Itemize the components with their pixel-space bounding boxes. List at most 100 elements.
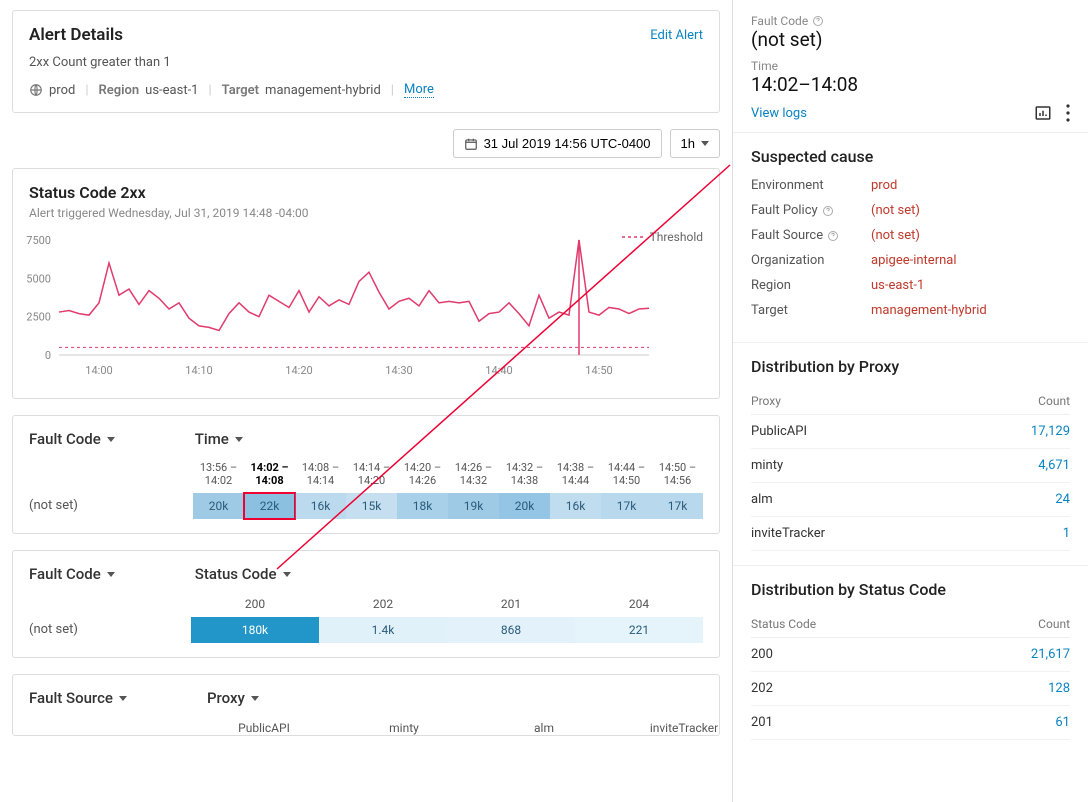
heat-status-cells: 200180k2021.4k201868204221 <box>191 597 703 643</box>
suspected-cause-row: Targetmanagement-hybrid <box>751 303 1070 318</box>
heat-status-cell[interactable]: 201868 <box>447 597 575 643</box>
time-label: Time <box>751 59 1070 73</box>
alert-title: Alert Details <box>29 25 123 45</box>
fault-time-row-label: (not set) <box>29 498 193 519</box>
view-logs-link[interactable]: View logs <box>751 106 807 121</box>
table-row[interactable]: 20021,617 <box>751 638 1070 672</box>
table-row[interactable]: PublicAPI17,129 <box>751 415 1070 449</box>
suspected-cause-row: Regionus-east-1 <box>751 278 1070 293</box>
heat-time-cell[interactable]: 14:26 –14:3219k <box>448 462 499 519</box>
proxy-dropdown[interactable]: Proxy <box>207 689 259 707</box>
bar-chart-icon[interactable] <box>1034 104 1052 122</box>
help-icon[interactable] <box>812 15 824 27</box>
target-value: management-hybrid <box>265 83 381 98</box>
help-icon[interactable] <box>827 230 839 242</box>
time-value: 14:02–14:08 <box>751 73 1070 96</box>
suspected-cause-section: Suspected cause EnvironmentprodFault Pol… <box>733 133 1088 343</box>
heat-time-cell[interactable]: 13:56 –14:0220k <box>193 462 244 519</box>
calendar-icon <box>464 137 478 151</box>
target-label: Target <box>222 83 259 98</box>
heat-status-cell[interactable]: 2021.4k <box>319 597 447 643</box>
red-indicator-bar <box>732 0 733 390</box>
table-row[interactable]: inviteTracker1 <box>751 517 1070 551</box>
fault-status-card: Fault Code Status Code (not set) 200180k… <box>12 550 720 658</box>
fault-time-card: Fault Code Time (not set) 13:56 –14:0220… <box>12 415 720 534</box>
proxy-column-header: inviteTracker <box>614 721 732 735</box>
dist-proxy-section: Distribution by Proxy Proxy Count Public… <box>733 343 1088 566</box>
heat-status-cell[interactable]: 204221 <box>575 597 703 643</box>
dist-status-head-r: Count <box>1038 617 1070 631</box>
table-row[interactable]: alm24 <box>751 483 1070 517</box>
heat-time-cell[interactable]: 14:08 –14:1416k <box>295 462 346 519</box>
svg-text:7500: 7500 <box>26 234 51 247</box>
table-row[interactable]: 20161 <box>751 706 1070 740</box>
status-code-dropdown[interactable]: Status Code <box>195 565 291 583</box>
fault-code-value: (not set) <box>751 28 1070 51</box>
table-row[interactable]: 202128 <box>751 672 1070 706</box>
heat-time-cell[interactable]: 14:44 –14:5017k <box>601 462 652 519</box>
line-chart: 025005000750014:0014:1014:2014:3014:4014… <box>0 230 659 380</box>
side-header: Fault Code (not set) Time 14:02–14:08 Vi… <box>733 0 1088 133</box>
alert-meta: prod | Region us-east-1 | Target managem… <box>29 82 703 98</box>
fault-status-row-label: (not set) <box>29 622 191 643</box>
dist-proxy-head-l: Proxy <box>751 394 781 408</box>
status-chart-card: Status Code 2xx Alert triggered Wednesda… <box>12 168 720 399</box>
threshold-legend: Threshold <box>622 230 703 244</box>
suspected-cause-row: Fault Policy(not set) <box>751 203 1070 218</box>
svg-text:0: 0 <box>45 349 51 362</box>
time-dropdown[interactable]: Time <box>195 430 243 448</box>
timestamp-label: 31 Jul 2019 14:56 UTC-0400 <box>484 136 651 151</box>
more-link[interactable]: More <box>404 82 434 98</box>
proxy-column-header: PublicAPI <box>194 721 334 735</box>
timestamp-picker[interactable]: 31 Jul 2019 14:56 UTC-0400 <box>453 129 662 158</box>
heat-time-cell[interactable]: 14:02 –14:0822k <box>244 462 295 519</box>
fault-code-dropdown[interactable]: Fault Code <box>29 430 115 448</box>
legend-label: Threshold <box>650 230 703 244</box>
dist-proxy-title: Distribution by Proxy <box>751 357 1070 376</box>
alert-env: prod <box>49 83 75 98</box>
chart-title: Status Code 2xx <box>29 183 703 202</box>
fault-code-label: Fault Code <box>751 14 1070 28</box>
side-panel: Fault Code (not set) Time 14:02–14:08 Vi… <box>732 0 1088 802</box>
edit-alert-link[interactable]: Edit Alert <box>650 28 703 43</box>
dist-proxy-head-r: Count <box>1038 394 1070 408</box>
svg-text:2500: 2500 <box>26 311 51 324</box>
range-picker[interactable]: 1h <box>670 129 720 158</box>
help-icon[interactable] <box>822 205 834 217</box>
proxy-column-header: alm <box>474 721 614 735</box>
proxy-columns: PublicAPImintyalminviteTracker <box>194 721 732 735</box>
alert-description: 2xx Count greater than 1 <box>29 55 703 70</box>
fault-proxy-card: Fault Source Proxy PublicAPImintyalminvi… <box>12 674 720 736</box>
heat-time-cell[interactable]: 14:50 –14:5617k <box>652 462 703 519</box>
alert-details-card: Alert Details Edit Alert 2xx Count great… <box>12 10 720 113</box>
suspected-cause-title: Suspected cause <box>751 147 1070 166</box>
chart-host: Threshold 025005000750014:0014:1014:2014… <box>29 230 703 384</box>
svg-text:14:00: 14:00 <box>85 364 112 377</box>
svg-text:14:50: 14:50 <box>585 364 612 377</box>
fault-source-dropdown[interactable]: Fault Source <box>29 689 127 707</box>
region-label: Region <box>99 83 140 98</box>
dist-status-title: Distribution by Status Code <box>751 580 1070 599</box>
heat-status-cell[interactable]: 200180k <box>191 597 319 643</box>
dist-status-head-l: Status Code <box>751 617 816 631</box>
range-label: 1h <box>681 136 695 151</box>
svg-text:14:40: 14:40 <box>485 364 512 377</box>
globe-icon <box>29 83 43 97</box>
heat-time-cell[interactable]: 14:32 –14:3820k <box>499 462 550 519</box>
dist-status-section: Distribution by Status Code Status Code … <box>733 566 1088 754</box>
main-column: Alert Details Edit Alert 2xx Count great… <box>0 0 732 802</box>
more-vert-icon[interactable] <box>1066 104 1070 122</box>
heat-time-cell[interactable]: 14:38 –14:4416k <box>550 462 601 519</box>
heat-time-cell[interactable]: 14:14 –14:2015k <box>346 462 397 519</box>
chart-triggered: Alert triggered Wednesday, Jul 31, 2019 … <box>29 206 703 220</box>
caret-down-icon <box>701 141 709 146</box>
proxy-column-header: minty <box>334 721 474 735</box>
table-row[interactable]: minty4,671 <box>751 449 1070 483</box>
heat-time-cell[interactable]: 14:20 –14:2618k <box>397 462 448 519</box>
fault-code-dropdown-2[interactable]: Fault Code <box>29 565 115 583</box>
region-value: us-east-1 <box>145 83 198 98</box>
svg-text:14:20: 14:20 <box>285 364 312 377</box>
time-toolbar: 31 Jul 2019 14:56 UTC-0400 1h <box>12 129 720 158</box>
svg-text:14:10: 14:10 <box>185 364 212 377</box>
svg-text:14:30: 14:30 <box>385 364 412 377</box>
